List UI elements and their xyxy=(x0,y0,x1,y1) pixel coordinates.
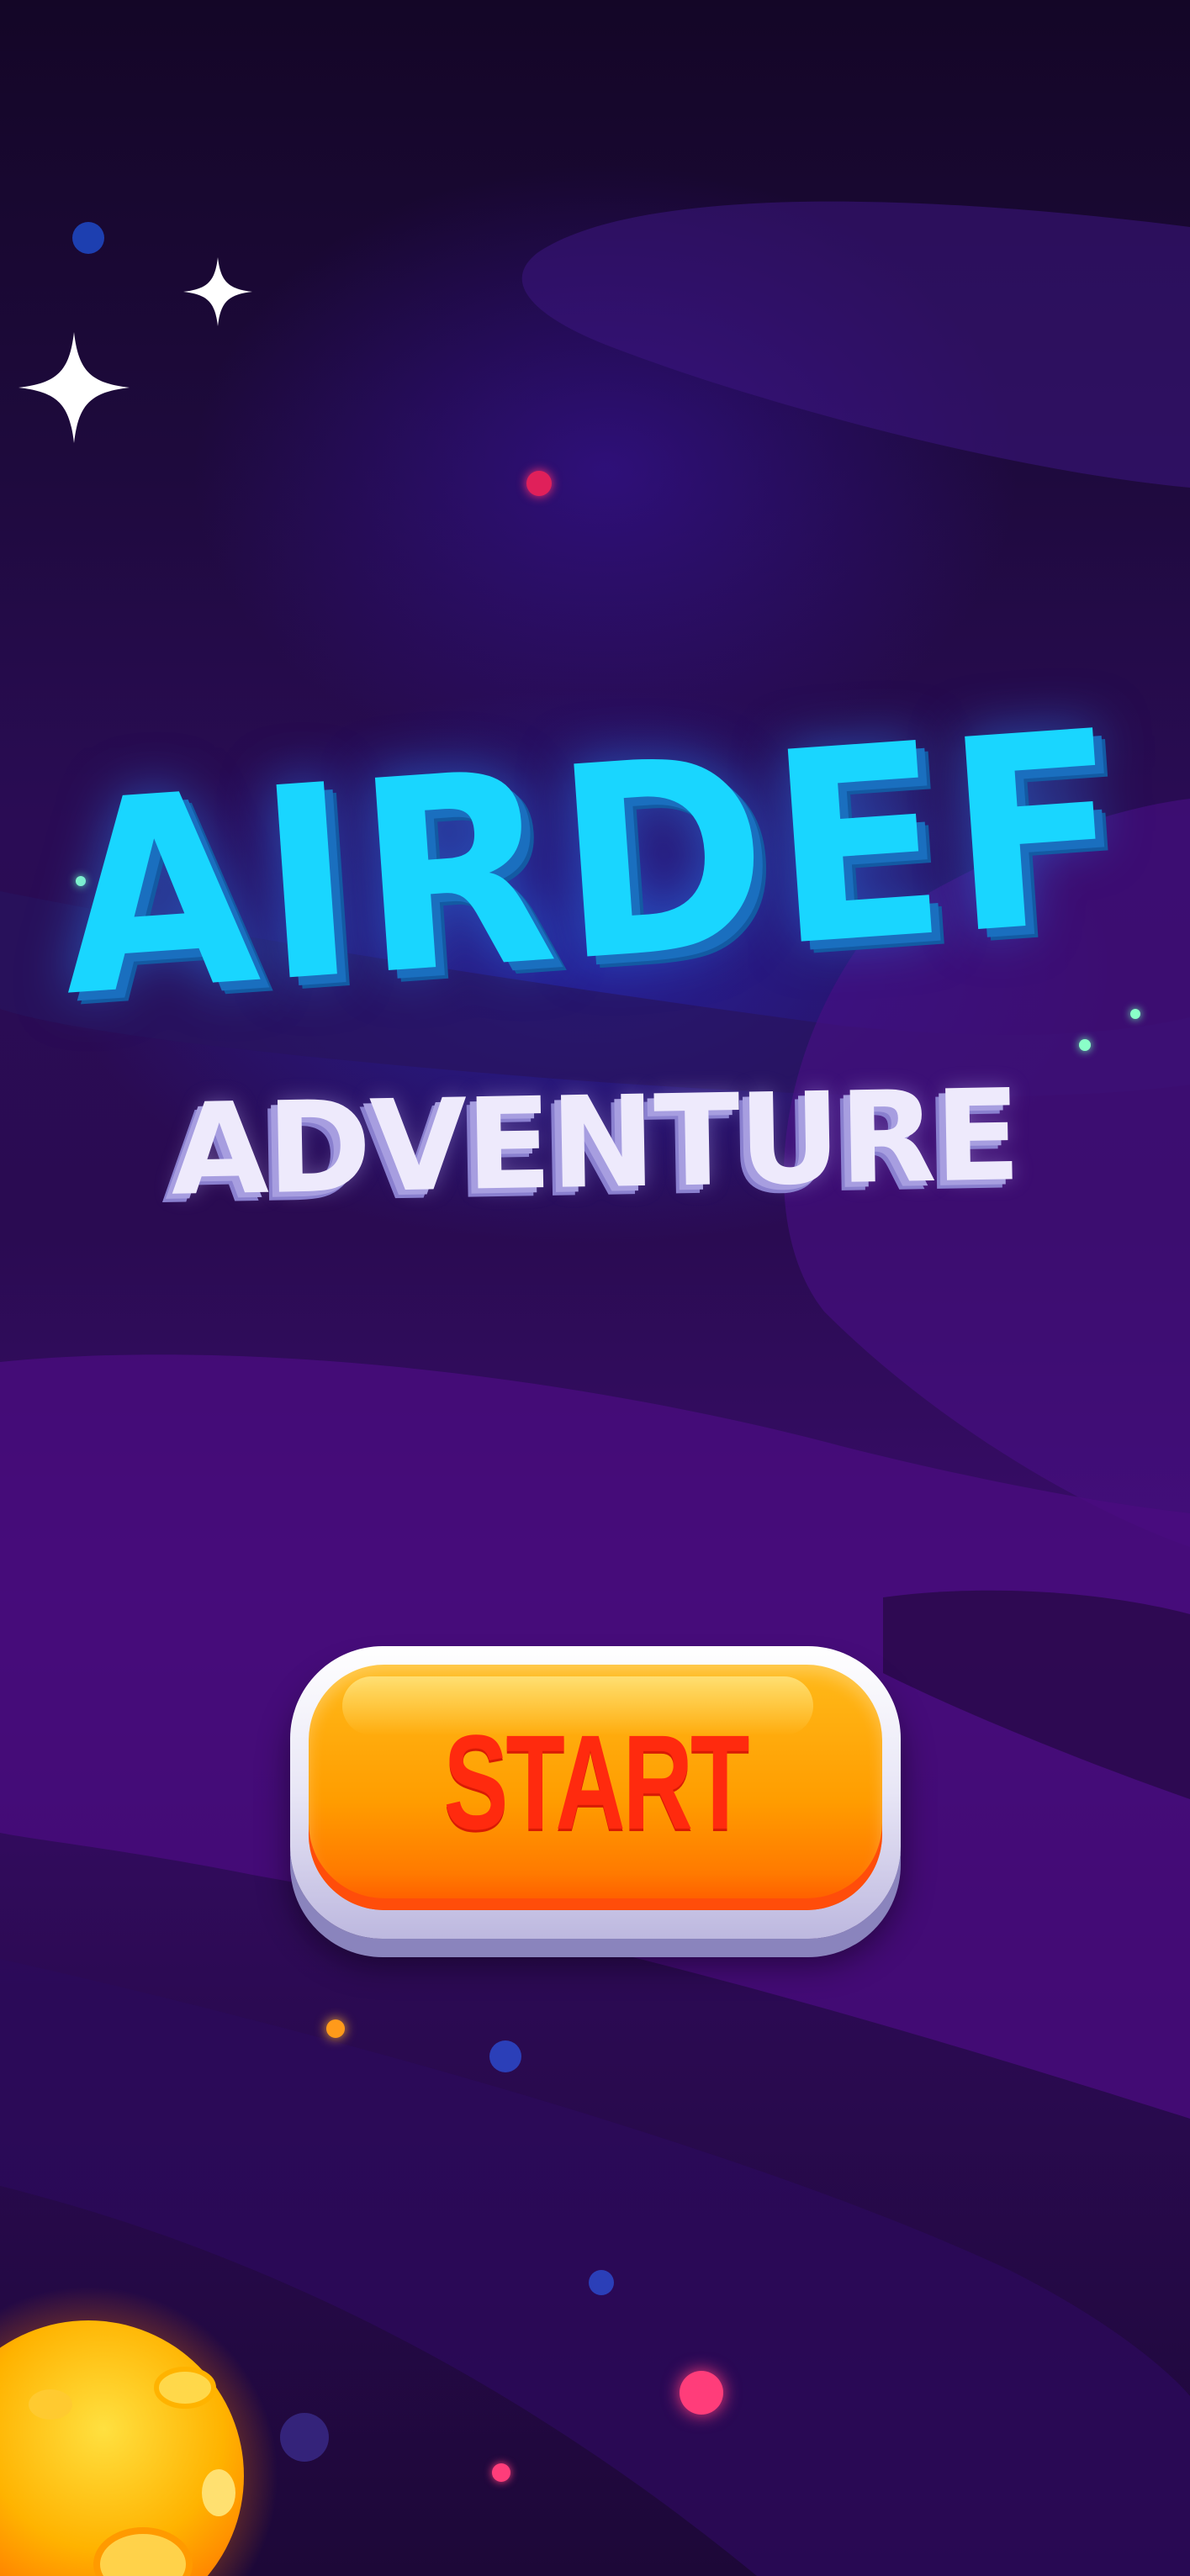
small-sparkle-icon xyxy=(183,257,252,326)
pink-particle xyxy=(492,2463,510,2482)
game-logo: AIRDEF ADVENTURE xyxy=(0,673,1190,1224)
lava-planet-icon xyxy=(0,2287,278,2576)
pink-particle xyxy=(680,2371,723,2415)
space-background xyxy=(0,201,1190,2576)
game-subtitle: ADVENTURE xyxy=(169,1063,1021,1224)
game-title: AIRDEF xyxy=(50,673,1137,1056)
start-button-label: START xyxy=(443,1707,749,1857)
start-button[interactable]: START xyxy=(290,1646,901,1939)
start-button-face: START xyxy=(309,1665,882,1910)
large-sparkle-icon xyxy=(19,332,130,443)
blue-particle xyxy=(489,2040,521,2072)
blue-particle xyxy=(589,2270,614,2295)
nebula-band-top xyxy=(521,201,1190,488)
red-particle xyxy=(526,471,552,496)
title-screen: AIRDEF ADVENTURE START xyxy=(0,0,1190,2576)
orange-particle xyxy=(326,2019,345,2038)
blue-particle xyxy=(72,222,104,254)
purple-particle xyxy=(280,2413,329,2462)
